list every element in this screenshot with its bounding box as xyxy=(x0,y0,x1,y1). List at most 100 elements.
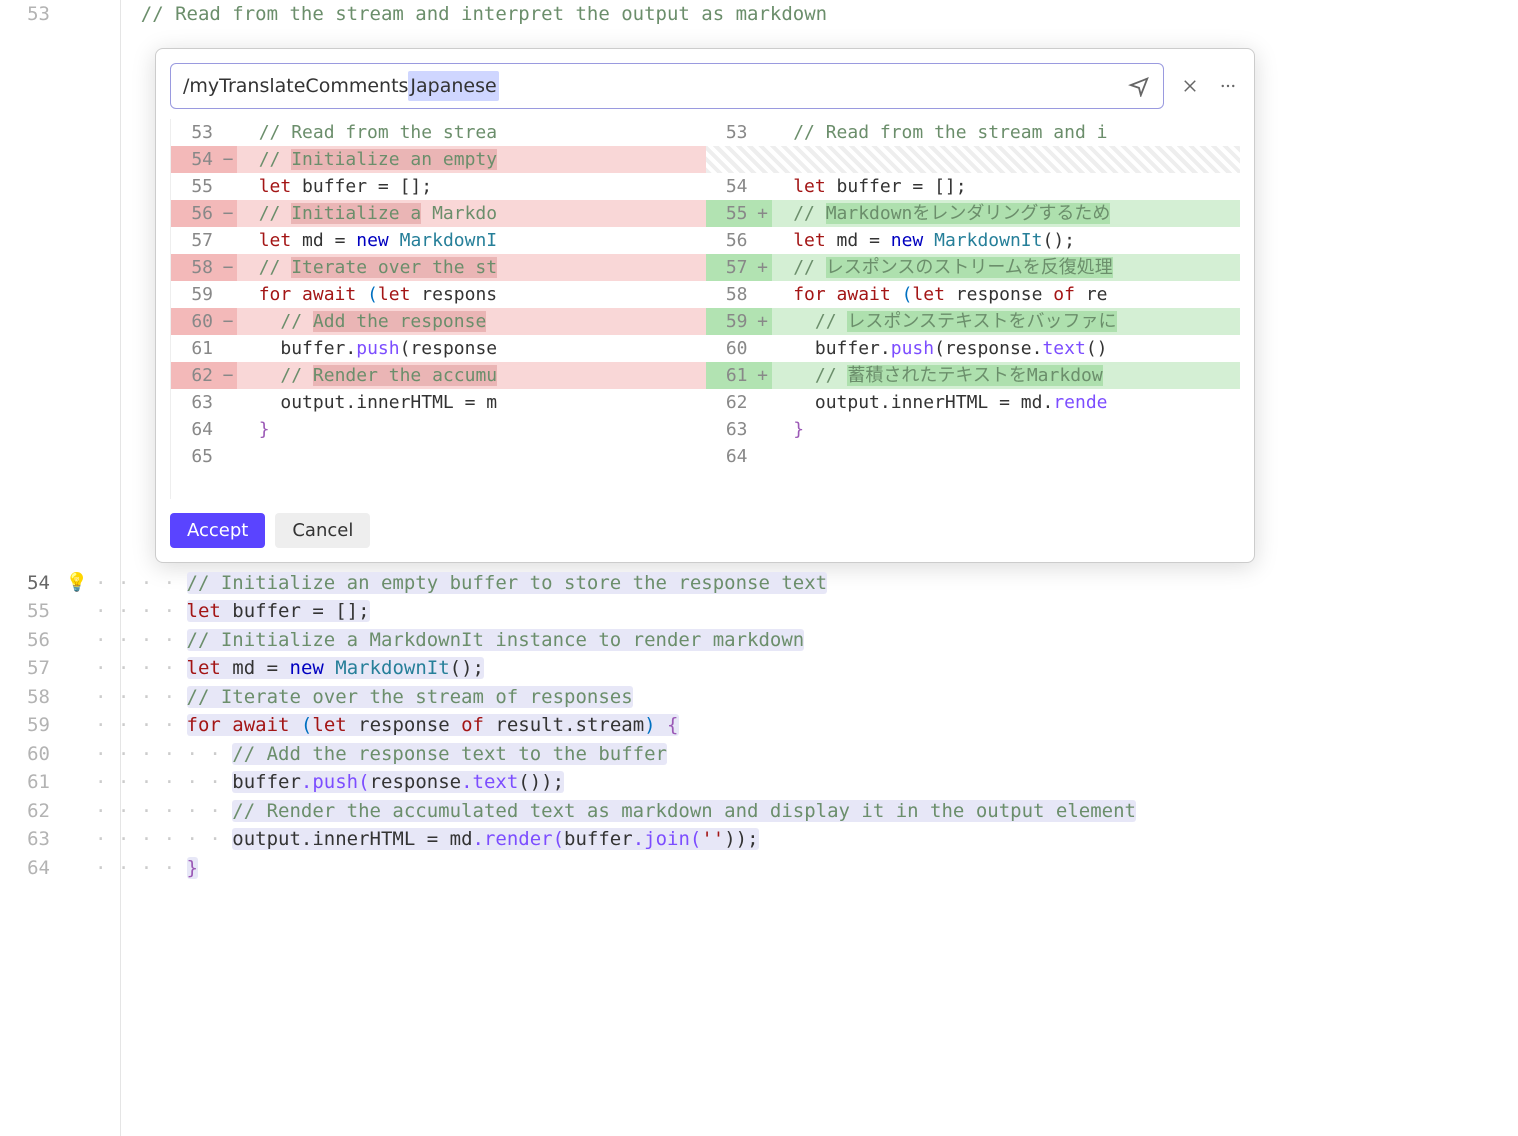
diff-line-number: 59 xyxy=(706,308,754,335)
diff-line[interactable]: 62− // Render the accumu xyxy=(171,362,706,389)
diff-line[interactable]: 56− // Initialize a Markdo xyxy=(171,200,706,227)
line-number: 63 xyxy=(0,825,58,854)
line-number: 62 xyxy=(0,797,58,826)
diff-pane-original[interactable]: 53 // Read from the strea54− // Initiali… xyxy=(171,119,706,499)
diff-line[interactable]: 62 output.innerHTML = md.rende xyxy=(706,389,1241,416)
code-line[interactable]: 59 · · · · for await (let response of re… xyxy=(0,711,1518,740)
diff-line-number: 58 xyxy=(171,254,219,281)
lightbulb-icon[interactable]: 💡 xyxy=(66,569,88,596)
diff-text: } xyxy=(237,416,706,443)
diff-text: output.innerHTML = m xyxy=(237,389,706,416)
diff-line-number: 55 xyxy=(706,200,754,227)
code-line[interactable]: 55 · · · · let buffer = []; xyxy=(0,597,1518,626)
diff-line[interactable]: 53 // Read from the stream and i xyxy=(706,119,1241,146)
diff-sign: + xyxy=(754,200,772,227)
diff-line-number: 60 xyxy=(706,335,754,362)
diff-text: buffer.push(response xyxy=(237,335,706,362)
diff-sign: − xyxy=(219,308,237,335)
diff-view[interactable]: 53 // Read from the strea54− // Initiali… xyxy=(170,119,1240,499)
diff-text xyxy=(772,443,1241,470)
diff-line[interactable]: 64 xyxy=(706,443,1241,470)
diff-line-number: 59 xyxy=(171,281,219,308)
cancel-button[interactable]: Cancel xyxy=(275,513,370,548)
diff-sign: + xyxy=(754,254,772,281)
line-number: 56 xyxy=(0,626,58,655)
diff-text: // Iterate over the st xyxy=(237,254,694,281)
diff-line[interactable]: 61 buffer.push(response xyxy=(171,335,706,362)
diff-line[interactable]: 61+ // 蓄積されたテキストをMarkdow xyxy=(706,362,1241,389)
code-line[interactable]: 54 💡 · · · · // Initialize an empty buff… xyxy=(0,569,1518,598)
diff-line[interactable]: 60 buffer.push(response.text() xyxy=(706,335,1241,362)
diff-text: // レスポンスのストリームを反復処理 xyxy=(772,254,1229,281)
diff-line[interactable]: 53 // Read from the strea xyxy=(171,119,706,146)
diff-sign: + xyxy=(754,362,772,389)
diff-line-number: 64 xyxy=(706,443,754,470)
line-number: 61 xyxy=(0,768,58,797)
popup-actions: Accept Cancel xyxy=(170,513,1240,548)
diff-line-number: 56 xyxy=(171,200,219,227)
code-line[interactable]: 63 · · · · · · output.innerHTML = md.ren… xyxy=(0,825,1518,854)
diff-line-number: 56 xyxy=(706,227,754,254)
diff-line[interactable]: 55 let buffer = []; xyxy=(171,173,706,200)
diff-line[interactable]: 60− // Add the response xyxy=(171,308,706,335)
line-number: 54 xyxy=(0,569,58,598)
diff-line[interactable]: 57 let md = new MarkdownI xyxy=(171,227,706,254)
line-number: 60 xyxy=(0,740,58,769)
comment-text: // Iterate over the stream of responses xyxy=(187,686,633,708)
comment-text: // Initialize a MarkdownIt instance to r… xyxy=(187,629,805,651)
diff-line[interactable]: 56 let md = new MarkdownIt(); xyxy=(706,227,1241,254)
line-number: 57 xyxy=(0,654,58,683)
diff-text xyxy=(772,146,1229,173)
diff-text: let buffer = []; xyxy=(237,173,706,200)
diff-line-number: 62 xyxy=(171,362,219,389)
code-line[interactable]: 57 · · · · let md = new MarkdownIt(); xyxy=(0,654,1518,683)
diff-line[interactable]: 58 for await (let response of re xyxy=(706,281,1241,308)
diff-text: buffer.push(response.text() xyxy=(772,335,1241,362)
close-icon[interactable] xyxy=(1178,74,1202,98)
diff-text xyxy=(237,443,706,470)
diff-text: // Render the accumu xyxy=(237,362,694,389)
diff-text: // Markdownをレンダリングするため xyxy=(772,200,1229,227)
diff-text: // 蓄積されたテキストをMarkdow xyxy=(772,362,1229,389)
code-line[interactable]: 58 · · · · // Iterate over the stream of… xyxy=(0,683,1518,712)
diff-sign: − xyxy=(219,146,237,173)
prompt-input[interactable]: /myTranslateComments Japanese xyxy=(170,63,1164,109)
code-line[interactable]: 61 · · · · · · buffer.push(response.text… xyxy=(0,768,1518,797)
diff-line-number: 57 xyxy=(706,254,754,281)
diff-line-number: 57 xyxy=(171,227,219,254)
diff-text: // Read from the strea xyxy=(237,119,706,146)
diff-line-number: 62 xyxy=(706,389,754,416)
send-icon[interactable] xyxy=(1127,74,1151,98)
diff-line[interactable]: 58− // Iterate over the st xyxy=(171,254,706,281)
diff-line[interactable]: 59+ // レスポンステキストをバッファに xyxy=(706,308,1241,335)
diff-line[interactable]: 57+ // レスポンスのストリームを反復処理 xyxy=(706,254,1241,281)
diff-text: // Initialize an empty xyxy=(237,146,694,173)
code-line[interactable]: 64 · · · · } xyxy=(0,854,1518,883)
line-number: 59 xyxy=(0,711,58,740)
code-line[interactable]: 60 · · · · · · // Add the response text … xyxy=(0,740,1518,769)
diff-line[interactable]: 54 let buffer = []; xyxy=(706,173,1241,200)
line-number: 58 xyxy=(0,683,58,712)
diff-pane-modified[interactable]: 53 // Read from the stream and i 54 let … xyxy=(706,119,1241,499)
diff-line[interactable]: 63 } xyxy=(706,416,1241,443)
diff-sign: − xyxy=(219,362,237,389)
diff-line[interactable]: 54− // Initialize an empty xyxy=(171,146,706,173)
accept-button[interactable]: Accept xyxy=(170,513,265,548)
code-line[interactable]: 56 · · · · // Initialize a MarkdownIt in… xyxy=(0,626,1518,655)
diff-line[interactable]: 64 } xyxy=(171,416,706,443)
diff-line-number: 55 xyxy=(171,173,219,200)
diff-line[interactable]: 63 output.innerHTML = m xyxy=(171,389,706,416)
diff-text: // レスポンステキストをバッファに xyxy=(772,308,1229,335)
comment-text: // Read from the stream and interpret th… xyxy=(141,3,827,25)
diff-line[interactable]: 55+ // Markdownをレンダリングするため xyxy=(706,200,1241,227)
code-editor: 53 // Read from the stream and interpret… xyxy=(0,0,1518,1136)
diff-line-number: 64 xyxy=(171,416,219,443)
diff-sign: + xyxy=(754,308,772,335)
code-line[interactable]: 53 // Read from the stream and interpret… xyxy=(0,0,1518,29)
more-icon[interactable] xyxy=(1216,74,1240,98)
diff-line[interactable]: 65 xyxy=(171,443,706,470)
line-number: 53 xyxy=(0,0,58,29)
code-line[interactable]: 62 · · · · · · // Render the accumulated… xyxy=(0,797,1518,826)
diff-line[interactable]: 59 for await (let respons xyxy=(171,281,706,308)
diff-line[interactable] xyxy=(706,146,1241,173)
